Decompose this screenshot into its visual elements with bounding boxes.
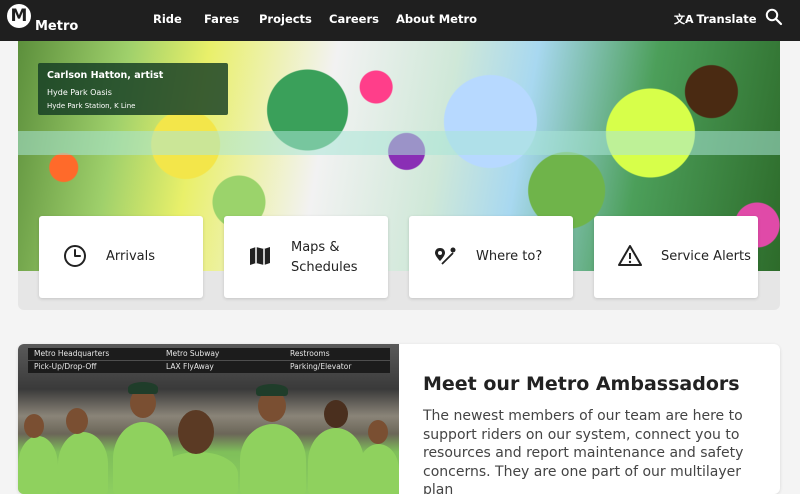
hero-section: Carlson Hatton, artist Hyde Park Oasis H… (18, 41, 780, 310)
nav-item-ride[interactable]: Ride (153, 12, 182, 26)
metro-logo[interactable]: M Metro (7, 4, 79, 36)
ambassador-figure (358, 444, 399, 494)
search-icon[interactable] (765, 8, 783, 26)
metro-logo-mark: M (7, 4, 31, 28)
top-nav: M Metro Ride Fares Projects Careers Abou… (0, 0, 800, 41)
ambassadors-feature-card[interactable]: Metro Headquarters Metro Subway Restroom… (18, 344, 780, 494)
ambassador-head (324, 400, 348, 428)
artwork-caption: Carlson Hatton, artist Hyde Park Oasis H… (38, 63, 228, 115)
nav-item-projects[interactable]: Projects (259, 12, 312, 26)
sign-text: LAX FlyAway (166, 362, 214, 371)
quick-link-arrivals[interactable]: Arrivals (39, 216, 203, 298)
station-sign-row: Pick-Up/Drop-Off LAX FlyAway Parking/Ele… (28, 361, 390, 373)
alert-icon (618, 245, 642, 266)
ambassador-figure (308, 428, 364, 494)
caption-location: Hyde Park Station, K Line (47, 102, 136, 110)
nav-item-about-metro[interactable]: About Metro (396, 12, 477, 26)
map-icon (250, 247, 270, 265)
sign-text: Pick-Up/Drop-Off (34, 362, 97, 371)
ambassador-cap (256, 384, 288, 396)
ambassadors-photo: Metro Headquarters Metro Subway Restroom… (18, 344, 399, 494)
caption-artist: Carlson Hatton, artist (47, 70, 164, 81)
sign-text: Restrooms (290, 349, 330, 358)
nav-item-careers[interactable]: Careers (329, 12, 379, 26)
caption-artwork-title: Hyde Park Oasis (47, 88, 112, 97)
quick-link-label: Maps & Schedules (291, 240, 358, 275)
hero-artwork-band (18, 131, 780, 155)
station-sign-row: Metro Headquarters Metro Subway Restroom… (28, 348, 390, 360)
nav-item-fares[interactable]: Fares (204, 12, 239, 26)
ambassadors-title: Meet our Metro Ambassadors (423, 373, 740, 395)
logo-text: Metro (35, 19, 79, 34)
ambassador-figure (158, 452, 238, 494)
sign-text: Metro Headquarters (34, 349, 110, 358)
quick-link-label: Service Alerts (661, 249, 751, 264)
ambassador-head (178, 410, 214, 454)
ambassadors-description: The newest members of our team are here … (423, 408, 744, 494)
quick-link-label: Where to? (476, 249, 543, 264)
ambassador-cap (128, 382, 158, 394)
quick-link-service-alerts[interactable]: Service Alerts (594, 216, 758, 298)
quick-link-where-to[interactable]: Where to? (409, 216, 573, 298)
ambassador-head (24, 414, 44, 438)
ambassador-figure (58, 432, 108, 494)
route-pin-icon (435, 247, 456, 265)
ambassador-head (368, 420, 388, 444)
quick-link-label: Arrivals (106, 249, 156, 264)
quick-link-maps-schedules[interactable]: Maps & Schedules (224, 216, 388, 298)
ambassador-figure (18, 436, 58, 494)
translate-icon: 文A (674, 13, 694, 26)
translate-button[interactable]: 文A Translate (674, 11, 757, 27)
ambassador-figure (240, 424, 306, 494)
sign-text: Metro Subway (166, 349, 220, 358)
ambassador-head (66, 408, 88, 434)
translate-label: Translate (696, 12, 757, 26)
clock-icon (64, 245, 86, 267)
sign-text: Parking/Elevator (290, 362, 352, 371)
